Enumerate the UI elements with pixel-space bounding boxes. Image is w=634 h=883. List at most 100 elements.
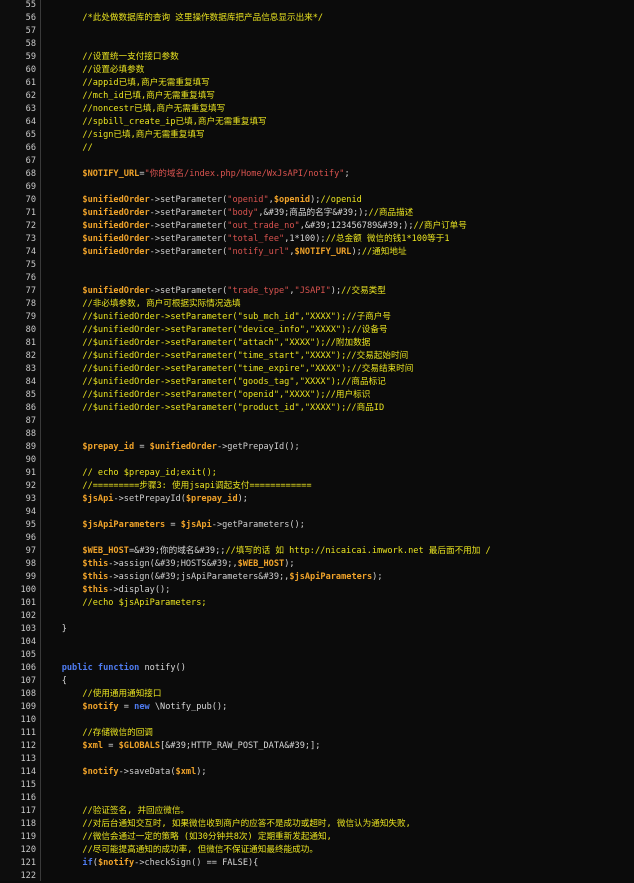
code-line[interactable]: //验证签名, 并回应微信。 <box>41 805 634 818</box>
code-line[interactable] <box>41 272 634 285</box>
line-number: 87 <box>25 416 36 426</box>
code-line[interactable]: //$unifiedOrder->setParameter("product_i… <box>41 402 634 415</box>
code-line[interactable]: //=========步骤3: 使用jsapi调起支付============ <box>41 480 634 493</box>
code-line[interactable]: // echo $prepay_id;exit(); <box>41 467 634 480</box>
code-line[interactable]: $unifiedOrder->setParameter("body",&#39;… <box>41 207 634 220</box>
code-token: ,&#39;123456789&#39;); <box>299 221 414 231</box>
code-line[interactable]: //设置必填参数 <box>41 64 634 77</box>
code-line[interactable] <box>41 649 634 662</box>
code-text: $this->assign(&#39;jsApiParameters&#39;,… <box>41 571 382 584</box>
code-line[interactable] <box>41 636 634 649</box>
code-line[interactable] <box>41 25 634 38</box>
code-line[interactable]: //spbill_create_ip已填,商户无需重复填写 <box>41 116 634 129</box>
code-token: $this <box>41 572 109 582</box>
code-line[interactable] <box>41 155 634 168</box>
code-line[interactable] <box>41 779 634 792</box>
line-number: 84 <box>25 377 36 387</box>
code-line[interactable]: //$unifiedOrder->setParameter("openid","… <box>41 389 634 402</box>
line-number: 61 <box>25 78 36 88</box>
code-line[interactable]: $xml = $GLOBALS[&#39;HTTP_RAW_POST_DATA&… <box>41 740 634 753</box>
code-line[interactable]: $notify = new \Notify_pub(); <box>41 701 634 714</box>
code-line[interactable]: $NOTIFY_URL="你的域名/index.php/Home/WxJsAPI… <box>41 168 634 181</box>
code-line[interactable]: //$unifiedOrder->setParameter("time_star… <box>41 350 634 363</box>
line-number: 83 <box>25 364 36 374</box>
code-line[interactable]: //非必填参数, 商户可根据实际情况选填 <box>41 298 634 311</box>
code-text: // <box>41 142 92 155</box>
line-number: 89 <box>25 442 36 452</box>
code-line[interactable]: //存储微信的回调 <box>41 727 634 740</box>
code-line[interactable]: $unifiedOrder->setParameter("openid",$op… <box>41 194 634 207</box>
code-line[interactable]: // <box>41 142 634 155</box>
code-line[interactable]: $prepay_id = $unifiedOrder->getPrepayId(… <box>41 441 634 454</box>
code-line[interactable]: $unifiedOrder->setParameter("notify_url"… <box>41 246 634 259</box>
code-line[interactable]: $unifiedOrder->setParameter("out_trade_n… <box>41 220 634 233</box>
line-number: 60 <box>25 65 36 75</box>
code-line[interactable] <box>41 415 634 428</box>
code-line[interactable]: //$unifiedOrder->setParameter("goods_tag… <box>41 376 634 389</box>
code-line[interactable] <box>41 454 634 467</box>
code-line[interactable] <box>41 532 634 545</box>
code-line[interactable]: $this->assign(&#39;HOSTS&#39;,$WEB_HOST)… <box>41 558 634 571</box>
line-number: 68 <box>25 169 36 179</box>
line-number: 100 <box>20 585 36 595</box>
code-line[interactable]: //对后台通知交互时, 如果微信收到商户的应答不是成功或超时, 微信认为通知失败… <box>41 818 634 831</box>
code-token: //=========步骤3: 使用jsapi调起支付============ <box>41 481 312 491</box>
code-line[interactable] <box>41 0 634 12</box>
code-line[interactable] <box>41 259 634 272</box>
code-line[interactable]: //$unifiedOrder->setParameter("sub_mch_i… <box>41 311 634 324</box>
code-line[interactable]: $jsApi->setPrepayId($prepay_id); <box>41 493 634 506</box>
code-line[interactable] <box>41 753 634 766</box>
code-text: //使用通用通知接口 <box>41 688 161 701</box>
line-number: 75 <box>25 260 36 270</box>
code-line[interactable]: $this->assign(&#39;jsApiParameters&#39;,… <box>41 571 634 584</box>
code-line[interactable]: //$unifiedOrder->setParameter("time_expi… <box>41 363 634 376</box>
code-line[interactable]: //微信会通过一定的策略 (如30分钟共8次) 定期重新发起通知, <box>41 831 634 844</box>
code-token: $this <box>41 585 109 595</box>
code-line[interactable]: { <box>41 675 634 688</box>
code-text: //验证签名, 并回应微信。 <box>41 805 189 818</box>
line-number-gutter: 55 56 57 58 59 60 61 62 63 64 65 66 67 68 69 70 71 72 73 74… <box>0 0 41 881</box>
code-line[interactable]: /*此处做数据库的查询 这里操作数据库把产品信息显示出来*/ <box>41 12 634 25</box>
code-line[interactable] <box>41 506 634 519</box>
code-line[interactable]: //sign已填,商户无需重复填写 <box>41 129 634 142</box>
code-text: /*此处做数据库的查询 这里操作数据库把产品信息显示出来*/ <box>41 12 323 25</box>
code-line[interactable]: //appid已填,商户无需重复填写 <box>41 77 634 90</box>
code-line[interactable] <box>41 38 634 51</box>
code-line[interactable] <box>41 714 634 727</box>
code-line[interactable]: //noncestr已填,商户无需重复填写 <box>41 103 634 116</box>
code-line[interactable] <box>41 181 634 194</box>
code-token: $unifiedOrder <box>41 195 150 205</box>
code-line[interactable]: $this->display(); <box>41 584 634 597</box>
code-token: = <box>118 702 135 712</box>
code-line[interactable]: //使用通用通知接口 <box>41 688 634 701</box>
code-token: $xml <box>175 767 197 777</box>
code-line[interactable] <box>41 428 634 441</box>
code-editor[interactable]: 55 56 57 58 59 60 61 62 63 64 65 66 67 68 69 70 71 72 73 74… <box>0 0 634 881</box>
code-area[interactable]: /*此处做数据库的查询 这里操作数据库把产品信息显示出来*/ //设置统一支付接… <box>41 0 634 881</box>
code-line[interactable]: } <box>41 623 634 636</box>
code-line[interactable]: //设置统一支付接口参数 <box>41 51 634 64</box>
code-token: ->setParameter( <box>149 221 228 231</box>
code-line[interactable]: public function notify() <box>41 662 634 675</box>
code-line[interactable]: //$unifiedOrder->setParameter("device_in… <box>41 324 634 337</box>
code-text: //$unifiedOrder->setParameter("product_i… <box>41 402 384 415</box>
code-line[interactable]: if($notify->checkSign() == FALSE){ <box>41 857 634 870</box>
code-token: $prepay_id <box>185 494 238 504</box>
code-text: $unifiedOrder->setParameter("trade_type"… <box>41 285 385 298</box>
code-token: $jsApiParameters <box>41 520 166 530</box>
code-line[interactable] <box>41 610 634 623</box>
code-line[interactable]: //echo $jsApiParameters; <box>41 597 634 610</box>
code-line[interactable]: //mch_id已填,商户无需重复填写 <box>41 90 634 103</box>
code-token: "out_trade_no" <box>227 221 300 231</box>
code-line[interactable]: $notify->saveData($xml); <box>41 766 634 779</box>
code-line[interactable]: $jsApiParameters = $jsApi->getParameters… <box>41 519 634 532</box>
code-line[interactable]: $unifiedOrder->setParameter("total_fee",… <box>41 233 634 246</box>
code-text: { <box>41 675 67 688</box>
code-line[interactable]: //尽可能提高通知的成功率, 但微信不保证通知最终能成功。 <box>41 844 634 857</box>
code-line[interactable] <box>41 792 634 805</box>
code-line[interactable] <box>41 870 634 883</box>
code-line[interactable]: //$unifiedOrder->setParameter("attach","… <box>41 337 634 350</box>
line-number: 92 <box>25 481 36 491</box>
code-line[interactable]: $WEB_HOST=&#39;你的域名&#39;;//填写的话 如 http:/… <box>41 545 634 558</box>
code-line[interactable]: $unifiedOrder->setParameter("trade_type"… <box>41 285 634 298</box>
